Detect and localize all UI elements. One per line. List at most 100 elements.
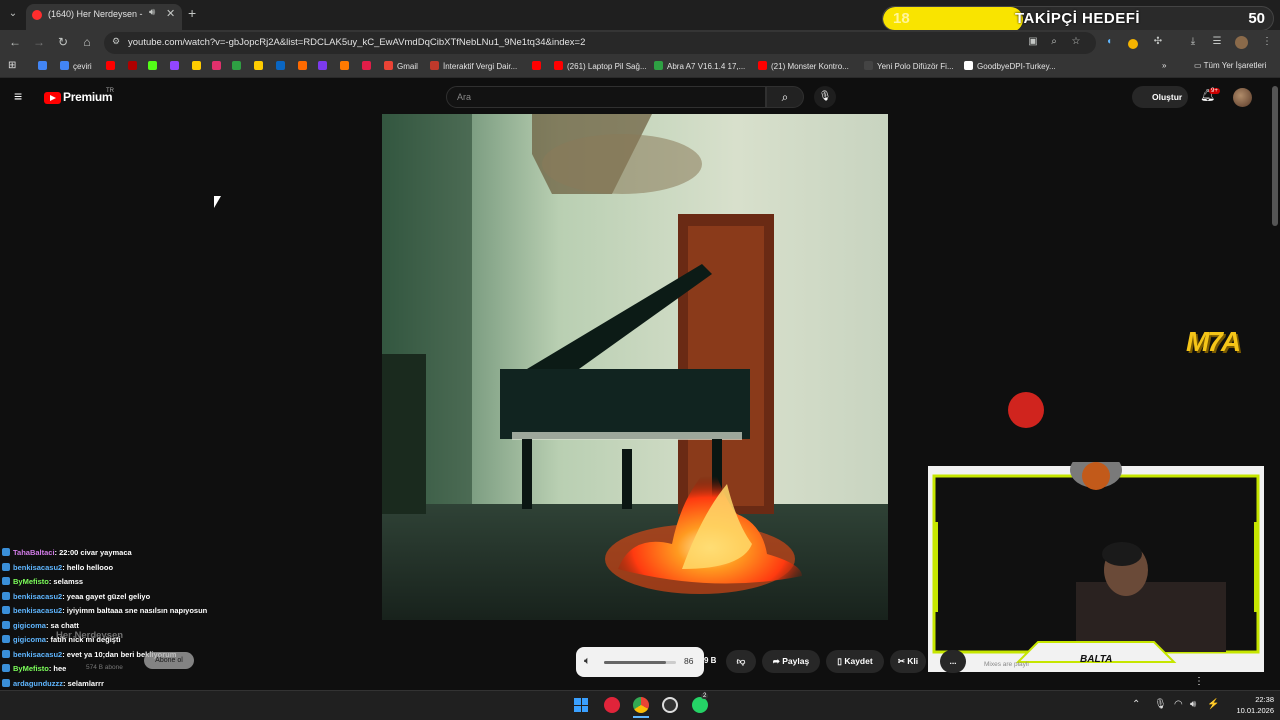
speaker-tray-icon[interactable]: 🔊︎ (1190, 699, 1196, 710)
browser-toolbar: ← → ↻ ⌂ ⚙ youtube.com/watch?v=-gbJopcRj2… (0, 30, 1280, 56)
profile-avatar-icon[interactable] (1235, 36, 1248, 49)
more-actions-button[interactable]: ... (940, 650, 966, 673)
page-scrollbar[interactable] (1272, 86, 1278, 226)
bookmark-item[interactable] (276, 61, 289, 71)
bookmark-item[interactable] (318, 61, 331, 71)
save-button[interactable]: ▯ Kaydet (826, 650, 884, 673)
youtube-premium-logo-text[interactable]: Premium (63, 90, 113, 104)
extension-coin-icon[interactable] (1128, 39, 1138, 49)
bookmarks-overflow-icon[interactable]: » (1162, 61, 1166, 70)
chat-message: benkisacasu2: iyiyimm baltaaa sne nasıls… (0, 604, 300, 619)
video-player[interactable] (382, 114, 888, 620)
bookmark-item[interactable] (38, 61, 51, 71)
download-icon[interactable]: ⤓ (1186, 36, 1200, 47)
dislike-button[interactable]: 👎︎ (726, 650, 756, 673)
forward-arrow-icon[interactable]: → (32, 35, 46, 49)
address-bar[interactable]: ⚙ youtube.com/watch?v=-gbJopcRj2A&list=R… (104, 32, 1096, 54)
bookmark-item[interactable] (128, 61, 141, 71)
webcam-frame-graphic (928, 452, 1264, 672)
windows-start-icon[interactable] (574, 698, 588, 712)
mix-kebab-icon[interactable]: ⋮ (1194, 676, 1204, 687)
volume-popup[interactable]: 🔈︎ 86 (576, 647, 704, 677)
chat-username: TahaBaltaci (13, 548, 55, 557)
chat-username: ByMefisto (13, 577, 49, 586)
bookmark-star-icon[interactable]: ☆ (1069, 36, 1083, 47)
bookmark-item[interactable] (298, 61, 311, 71)
chat-message: gigicoma: sa chatt (0, 619, 300, 634)
tray-overflow-chevron-icon[interactable]: ⌃ (1132, 699, 1140, 710)
tab-close-icon[interactable]: ✕ (166, 7, 175, 20)
volume-slider[interactable] (604, 661, 676, 664)
bookmark-item[interactable] (340, 61, 353, 71)
bookmark-item[interactable] (532, 61, 545, 71)
chat-text: : sa chatt (45, 620, 79, 630)
wifi-icon[interactable]: ◠ (1174, 699, 1183, 710)
volume-icon[interactable]: 🔈︎ (584, 655, 591, 668)
account-avatar[interactable] (1233, 88, 1252, 107)
bookmark-favicon-icon (554, 61, 563, 70)
bookmark-favicon-icon (654, 61, 663, 70)
bookmark-item[interactable] (106, 61, 119, 71)
channel-name[interactable]: Her Nerdeysen (56, 630, 123, 641)
bookmark-item[interactable]: GoodbyeDPI-Turkey... (964, 61, 1056, 71)
all-bookmarks-folder[interactable]: ▭ Tüm Yer İşaretleri (1194, 61, 1266, 70)
bookmark-label: Yeni Polo Difüzör Fi... (877, 62, 954, 71)
clip-button[interactable]: ✂ Kli (890, 650, 926, 673)
chat-message: ByMefisto: selamss (0, 575, 300, 590)
new-tab-button[interactable]: + (188, 5, 196, 21)
zoom-icon[interactable]: ⌕ (1047, 36, 1061, 47)
tab-search-chevron-icon[interactable]: ⌄ (5, 6, 21, 22)
bookmark-item[interactable]: çeviri (60, 61, 92, 71)
chrome-icon[interactable] (633, 697, 649, 713)
voice-search-button[interactable]: 🎙︎ (814, 86, 836, 108)
bookmark-item[interactable] (362, 61, 375, 71)
cast-icon[interactable]: ▣ (1026, 36, 1040, 47)
bookmark-item[interactable]: Gmail (384, 61, 418, 71)
bookmark-favicon-icon (212, 61, 221, 70)
network-icon[interactable]: ⚡ (1207, 699, 1219, 710)
share-button[interactable]: ➦ Paylaş (762, 650, 820, 673)
chat-platform-badge-icon (2, 635, 10, 643)
bookmark-item[interactable] (232, 61, 245, 71)
bookmark-item[interactable] (148, 61, 161, 71)
bookmark-item[interactable] (212, 61, 225, 71)
browser-tab-active[interactable]: (1640) Her Nerdeysen - You 🔊︎ ✕ (26, 4, 182, 30)
bookmark-favicon-icon (276, 61, 285, 70)
bookmark-item[interactable] (170, 61, 183, 71)
chat-message: TahaBaltaci: 22:00 civar yaymaca (0, 546, 300, 561)
bookmark-item[interactable]: İnteraktif Vergi Dair... (430, 61, 517, 71)
bookmark-item[interactable] (254, 61, 267, 71)
search-button[interactable]: ⌕ (766, 86, 804, 108)
home-icon[interactable]: ⌂ (80, 35, 94, 49)
bookmark-item[interactable]: Yeni Polo Difüzör Fi... (864, 61, 954, 71)
extensions-puzzle-icon[interactable]: ✣ (1151, 36, 1165, 47)
apps-grid-icon[interactable]: ⊞ (8, 60, 16, 71)
hamburger-menu-icon[interactable]: ≡ (14, 88, 22, 104)
reading-list-icon[interactable]: ☰ (1210, 36, 1224, 47)
goal-target-count: 50 (1248, 10, 1265, 27)
media-player-icon[interactable] (604, 697, 620, 713)
bookmark-item[interactable] (192, 61, 205, 71)
search-input[interactable]: Ara (446, 86, 766, 108)
bookmark-item[interactable]: (261) Laptop Pil Sağ... (554, 61, 647, 71)
chat-platform-badge-icon (2, 678, 10, 687)
obs-icon[interactable] (662, 697, 678, 713)
chat-username: benkisacasu2 (13, 591, 63, 601)
bookmark-item[interactable]: (21) Monster Kontro... (758, 61, 849, 71)
menu-kebab-icon[interactable]: ⋮ (1260, 36, 1274, 47)
url-text: youtube.com/watch?v=-gbJopcRj2A&list=RDC… (128, 37, 586, 48)
subscribe-button[interactable]: Abone ol (144, 652, 194, 669)
bookmark-item[interactable]: Abra A7 V16.1.4 17,... (654, 61, 745, 71)
create-button[interactable]: Oluştur (1132, 86, 1188, 108)
reload-icon[interactable]: ↻ (56, 35, 70, 49)
extension-translate-icon[interactable]: ◖ (1102, 36, 1116, 47)
youtube-favicon-icon (32, 10, 42, 20)
clock-date[interactable]: 10.01.2026 (1228, 706, 1274, 715)
whatsapp-icon[interactable] (692, 697, 708, 713)
back-arrow-icon[interactable]: ← (8, 35, 22, 49)
site-info-icon[interactable]: ⚙ (112, 36, 120, 47)
microphone-tray-icon[interactable]: 🎙︎ (1154, 699, 1167, 710)
speaker-icon[interactable]: 🔊︎ (149, 7, 155, 18)
youtube-logo-icon[interactable] (44, 92, 61, 104)
clock-time[interactable]: 22:38 (1244, 695, 1274, 704)
